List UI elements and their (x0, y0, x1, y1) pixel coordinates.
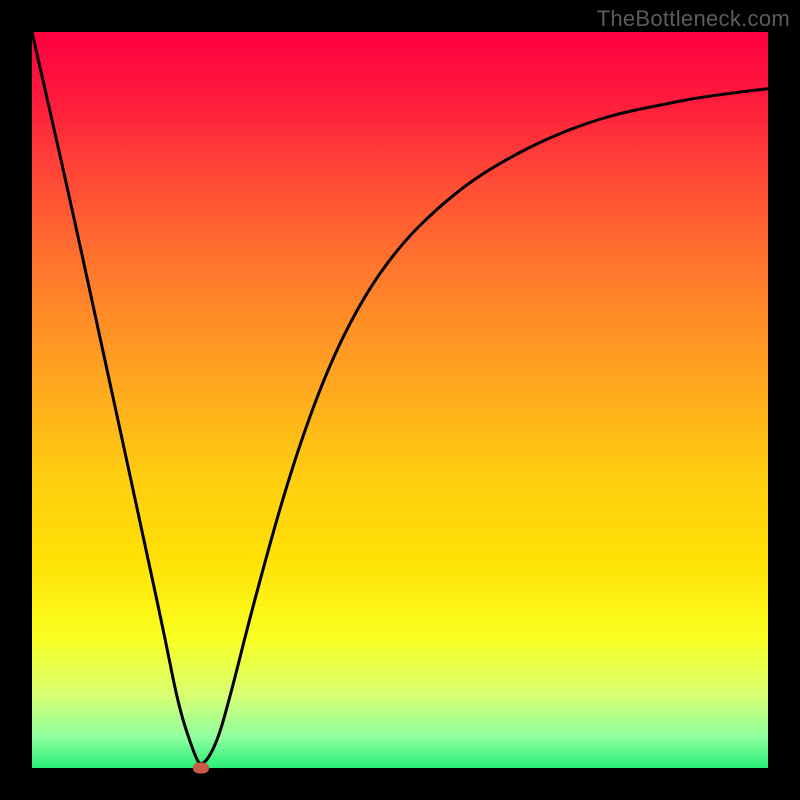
chart-marker (193, 763, 209, 774)
watermark-text: TheBottleneck.com (597, 6, 790, 32)
chart-curve-svg (32, 32, 768, 768)
chart-plot-area (32, 32, 768, 768)
chart-curve-path (32, 32, 768, 764)
stage: TheBottleneck.com (0, 0, 800, 800)
